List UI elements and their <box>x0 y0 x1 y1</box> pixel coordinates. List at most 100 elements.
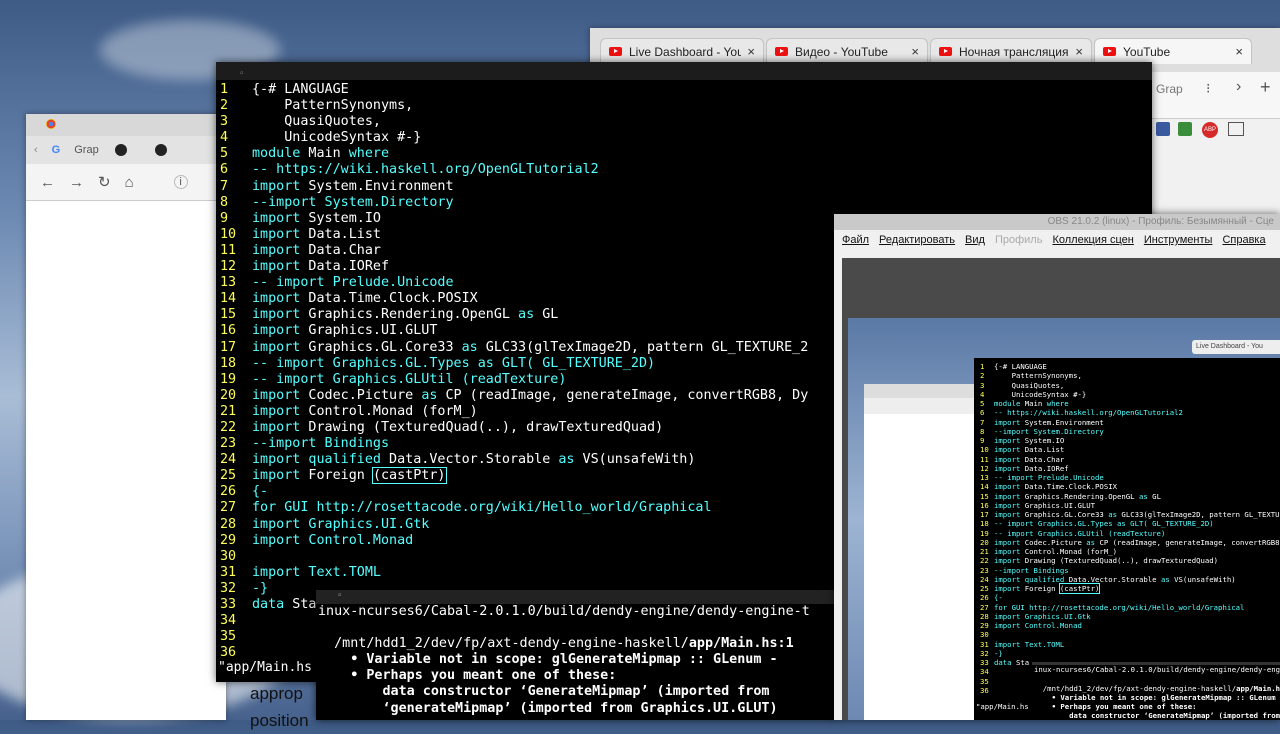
line-number: 10 <box>220 226 237 242</box>
menu-item[interactable]: Вид <box>965 234 985 246</box>
code-token: import <box>994 463 1021 473</box>
code-token: -- import Graphics.GLUtil (readTexture) <box>994 528 1166 538</box>
code-line: 8 --import System.Directory <box>220 195 1152 211</box>
github-icon[interactable] <box>114 144 127 156</box>
browser-tab-video[interactable]: Видео - YouTube × <box>766 38 928 64</box>
menu-bar: Файл Редактировать Вид Профиль Коллекция сце… <box>834 230 1280 250</box>
code-token: {- <box>994 593 1003 603</box>
line-number: 30 <box>980 630 989 640</box>
extension-icon[interactable] <box>1178 122 1192 136</box>
plus-icon[interactable]: + <box>1260 77 1271 98</box>
build-output-line: data constructor ‘GenerateMipmap’ (impor… <box>318 684 770 700</box>
code-token: Graphics.Rendering.OpenGL <box>1020 491 1139 501</box>
code-line: 2 PatternSynonyms, <box>980 371 1280 380</box>
code-token: Data.Time.Clock.POSIX <box>1020 482 1118 492</box>
close-icon[interactable]: × <box>1075 44 1083 59</box>
window-titlebar: ▫ <box>216 62 1152 80</box>
github-icon[interactable] <box>154 144 167 156</box>
code-line: 1 {-# LANGUAGE <box>220 82 1152 98</box>
code-token: -- import Graphics.GL.Types as GLT( GL_T… <box>252 355 656 371</box>
code-token: import <box>994 584 1021 593</box>
menu-item[interactable]: Коллекция сцен <box>1052 234 1133 246</box>
window-menu-icon[interactable]: ▫ <box>338 590 342 601</box>
menu-item[interactable]: Файл <box>842 234 869 246</box>
close-icon[interactable]: × <box>1235 44 1243 59</box>
home-icon[interactable]: ⌂ <box>125 174 134 191</box>
code-token: GL <box>534 307 559 323</box>
adblock-icon[interactable]: ABP <box>1202 122 1218 138</box>
code-line: 2 PatternSynonyms, <box>220 98 1152 114</box>
forward-icon[interactable]: → <box>69 174 84 191</box>
close-icon[interactable]: × <box>911 44 919 59</box>
google-icon[interactable]: G <box>52 144 61 156</box>
window-menu-icon[interactable]: ▫ <box>240 65 244 83</box>
code-line: 21 import Control.Monad (forM_) <box>980 547 1280 556</box>
line-number: 22 <box>220 419 237 435</box>
menu-item[interactable]: Профиль <box>995 234 1043 246</box>
code-token: Codec.Picture <box>300 387 422 403</box>
line-number: 32 <box>220 580 237 596</box>
line-number: 21 <box>980 547 989 556</box>
browser-tab-youtube[interactable]: YouTube × <box>1094 38 1252 64</box>
reload-icon[interactable]: ↻ <box>98 173 111 191</box>
code-token: import <box>252 242 301 258</box>
close-icon[interactable]: × <box>747 44 755 59</box>
line-number: 26 <box>980 593 989 603</box>
tab-partial[interactable]: Grap <box>1156 82 1183 96</box>
code-token: -- https://wiki.haskell.org/OpenGLTutori… <box>994 408 1183 418</box>
code-token: import <box>252 403 301 419</box>
code-token: qualified <box>300 452 381 468</box>
code-token: data <box>252 597 285 612</box>
code-token: Foreign <box>300 468 373 484</box>
code-token: as <box>518 307 535 323</box>
line-number: 3 <box>980 380 985 390</box>
tab-title: YouTube <box>1123 44 1171 59</box>
code-token: where <box>1046 399 1069 408</box>
build-output-line: /mnt/hdd1_2/dev/fp/axt-dendy-engine-hask… <box>318 636 794 652</box>
line-number: 30 <box>220 548 237 564</box>
code-line: 8 --import System.Directory <box>980 427 1280 436</box>
browser-tab-night-stream[interactable]: Ночная трансляция × <box>930 38 1092 64</box>
menu-item[interactable]: Справка <box>1222 234 1265 246</box>
code-line: 12 import Data.IORef <box>980 464 1280 473</box>
code-token: Sta <box>1011 658 1030 667</box>
line-number: 12 <box>220 259 237 275</box>
line-number: 1 <box>220 82 229 97</box>
info-icon[interactable]: i <box>173 175 188 189</box>
code-token: PatternSynonyms, <box>994 371 1082 381</box>
obs-preview[interactable]: Live Dashboard - You 1 {-# LANGUAGE 2 Patt… <box>842 258 1280 720</box>
youtube-icon <box>939 47 952 56</box>
tab-title[interactable]: Grap <box>74 144 98 156</box>
sidebar-icon[interactable] <box>1228 122 1244 136</box>
code-token: import <box>994 574 1021 584</box>
code-token: --import System.Directory <box>252 194 454 210</box>
code-token: Data.List <box>300 226 381 242</box>
line-number: 26 <box>220 484 237 500</box>
code-token: import <box>252 307 301 323</box>
menu-item[interactable]: Инструменты <box>1144 234 1213 246</box>
code-token: module <box>994 399 1021 408</box>
code-line: 5 module Main where <box>220 146 1152 162</box>
chevron-left-icon[interactable]: ‹ <box>34 144 38 156</box>
extension-icon[interactable] <box>1156 122 1170 136</box>
line-number: 9 <box>980 436 985 445</box>
back-icon[interactable]: ← <box>40 174 55 191</box>
chevron-right-icon[interactable]: › <box>1236 78 1241 96</box>
code-token: Codec.Picture <box>1020 537 1087 547</box>
line-number: 27 <box>220 500 237 516</box>
menu-item[interactable]: Редактировать <box>879 234 955 246</box>
code-token: import <box>252 387 301 403</box>
line-number: 18 <box>220 355 237 371</box>
code-line: 16 import Graphics.UI.GLUT <box>980 501 1280 510</box>
menu-icon[interactable]: ⁝ <box>1206 80 1210 97</box>
browser-nav-bar: ← → ↻ ⌂ i <box>26 164 226 201</box>
code-token: System.Environment <box>1020 417 1104 427</box>
code-token: import <box>994 482 1021 492</box>
terminal-window-build[interactable]: ▫ inux-ncurses6/Cabal-2.0.1.0/build/dend… <box>316 590 836 720</box>
code-token: GLC33(glTexImage2D, pattern GL_TEXTURE_2 <box>1117 510 1280 519</box>
code-token: GL <box>1147 491 1161 501</box>
line-number: 25 <box>220 468 237 484</box>
code-token: {- <box>252 484 269 500</box>
line-number: 15 <box>980 491 989 501</box>
browser-tab-live-dashboard[interactable]: Live Dashboard - YouTube × <box>600 38 764 64</box>
